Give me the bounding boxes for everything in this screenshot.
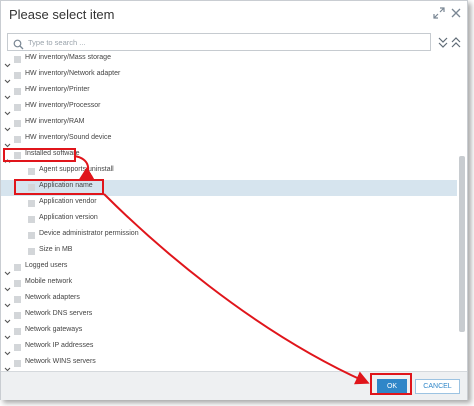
chevron-down-icon[interactable] xyxy=(4,104,11,116)
item-type-icon xyxy=(14,280,21,287)
item-type-icon xyxy=(14,264,21,271)
ok-button-highlight xyxy=(370,373,412,395)
tree-item-label: Mobile network xyxy=(25,278,73,285)
tree-leaf[interactable]: Agent supports uninstall xyxy=(1,164,457,180)
chevron-down-icon[interactable] xyxy=(4,312,11,324)
item-type-icon xyxy=(28,168,35,175)
search-row xyxy=(7,33,463,51)
chevron-down-icon[interactable] xyxy=(4,328,11,340)
tree-node[interactable]: Network adapters xyxy=(1,292,457,308)
cancel-button[interactable]: CANCEL xyxy=(415,379,460,394)
dialog-title: Please select item xyxy=(9,7,115,22)
item-type-icon xyxy=(28,216,35,223)
chevron-down-icon[interactable] xyxy=(4,360,11,372)
tree-leaf[interactable]: Application vendor xyxy=(1,196,457,212)
close-icon[interactable] xyxy=(449,7,463,21)
search-input[interactable] xyxy=(28,35,424,49)
tree-item-label: HW inventory/Sound device xyxy=(25,134,112,141)
chevron-down-icon[interactable] xyxy=(4,88,11,100)
tree-node[interactable]: HW inventory/Sound device xyxy=(1,132,457,148)
select-item-dialog: Please select item HW inventory/Mass sto… xyxy=(0,0,468,400)
chevron-down-icon[interactable] xyxy=(4,344,11,356)
search-box[interactable] xyxy=(7,33,431,51)
tree-leaf[interactable]: Application version xyxy=(1,212,457,228)
tree-scrollbar[interactable] xyxy=(457,52,467,374)
tree-node[interactable]: Logged users xyxy=(1,260,457,276)
tree-item-label: Agent supports uninstall xyxy=(39,166,114,173)
chevron-down-icon[interactable] xyxy=(4,120,11,132)
item-type-icon xyxy=(28,248,35,255)
tree-node[interactable]: Network WINS servers xyxy=(1,356,457,372)
item-type-icon xyxy=(28,200,35,207)
tree-item-label: Network gateways xyxy=(25,326,83,333)
item-type-icon xyxy=(14,360,21,367)
scrollbar-thumb[interactable] xyxy=(459,156,465,332)
tree-item-label: Network WINS servers xyxy=(25,358,96,365)
tree-node[interactable]: HW inventory/Mass storage xyxy=(1,52,457,68)
item-type-icon xyxy=(14,296,21,303)
item-type-icon xyxy=(14,56,21,63)
tree-node[interactable]: Network DNS servers xyxy=(1,308,457,324)
tree-leaf[interactable]: Device administrator permission xyxy=(1,228,457,244)
item-type-icon xyxy=(14,136,21,143)
chevron-down-icon[interactable] xyxy=(4,296,11,308)
expand-all-icon[interactable] xyxy=(450,35,462,49)
chevron-down-icon[interactable] xyxy=(4,264,11,276)
tree-node[interactable]: HW inventory/RAM xyxy=(1,116,457,132)
tree-node[interactable]: HW inventory/Processor xyxy=(1,100,457,116)
chevron-down-icon[interactable] xyxy=(4,280,11,292)
item-type-icon xyxy=(14,120,21,127)
tree-node[interactable]: Network gateways xyxy=(1,324,457,340)
tree-item-label: Network IP addresses xyxy=(25,342,94,349)
chevron-down-icon[interactable] xyxy=(4,136,11,148)
tree-node[interactable]: HW inventory/Network adapter xyxy=(1,68,457,84)
tree-item-label: HW inventory/Mass storage xyxy=(25,54,111,61)
tree-item-label: Network DNS servers xyxy=(25,310,93,317)
tree-item-label: Logged users xyxy=(25,262,68,269)
item-type-icon xyxy=(14,328,21,335)
application-name-highlight xyxy=(14,179,104,195)
tree-item-label: HW inventory/Network adapter xyxy=(25,70,121,77)
tree-node[interactable]: Mobile network xyxy=(1,276,457,292)
item-type-icon xyxy=(28,232,35,239)
item-type-icon xyxy=(14,104,21,111)
tree-item-label: HW inventory/Processor xyxy=(25,102,101,109)
tree-item-label: Device administrator permission xyxy=(39,230,139,237)
search-icon xyxy=(13,37,24,50)
tree-item-label: Size in MB xyxy=(39,246,73,253)
expand-diagonal-icon[interactable] xyxy=(432,7,446,21)
tree-leaf[interactable]: Size in MB xyxy=(1,244,457,260)
item-tree: HW inventory/Mass storage HW inventory/Ne… xyxy=(1,52,457,374)
chevron-down-icon[interactable] xyxy=(4,72,11,84)
installed-software-highlight xyxy=(3,148,76,162)
item-type-icon xyxy=(14,344,21,351)
tree-item-label: Application version xyxy=(39,214,98,221)
tree-item-label: HW inventory/Printer xyxy=(25,86,90,93)
item-type-icon xyxy=(14,88,21,95)
dialog-title-bar: Please select item xyxy=(1,1,467,29)
item-type-icon xyxy=(14,72,21,79)
item-type-icon xyxy=(14,312,21,319)
tree-node[interactable]: HW inventory/Printer xyxy=(1,84,457,100)
chevron-down-icon[interactable] xyxy=(4,56,11,68)
tree-node[interactable]: Network IP addresses xyxy=(1,340,457,356)
tree-item-label: Network adapters xyxy=(25,294,80,301)
tree-item-label: Application vendor xyxy=(39,198,97,205)
tree-item-label: HW inventory/RAM xyxy=(25,118,85,125)
collapse-all-icon[interactable] xyxy=(437,35,449,49)
